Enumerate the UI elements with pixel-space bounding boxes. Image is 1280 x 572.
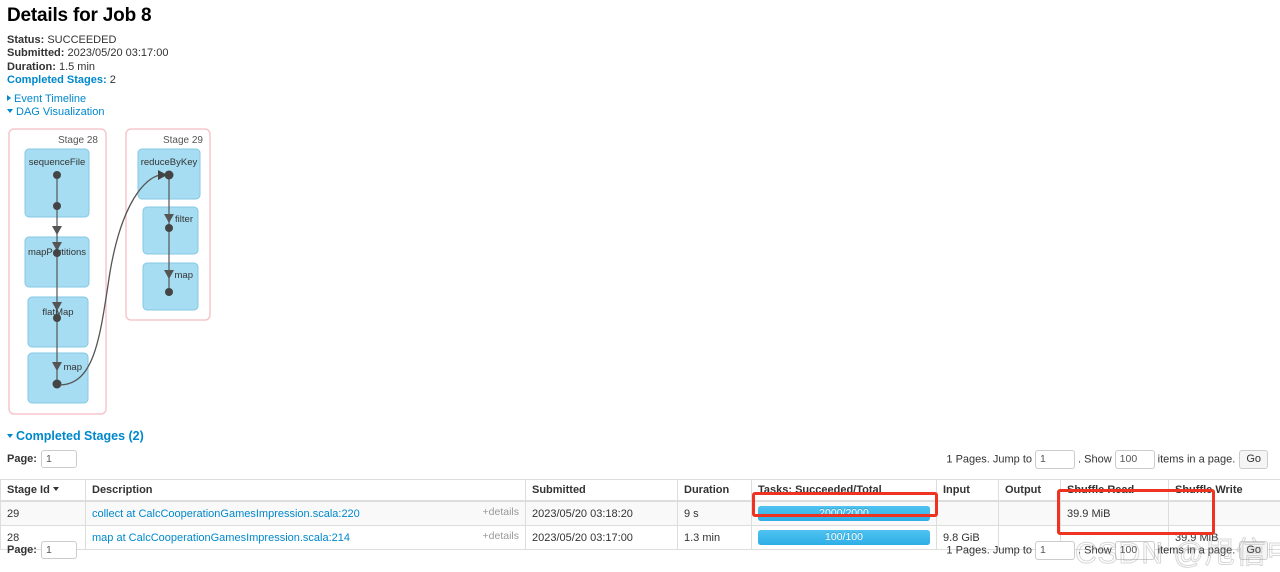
cell-description: collect at CalcCooperationGamesImpressio… — [86, 501, 526, 526]
cell-duration: 1.3 min — [678, 526, 752, 550]
summary-status-label: Status: — [7, 34, 44, 46]
toggle-links: Event Timeline DAG Visualization — [7, 93, 104, 118]
completed-stages-table: Stage Id Description Submitted Duration … — [0, 479, 1280, 550]
cell-tasks: 100/100 — [752, 526, 937, 550]
cell-submitted: 2023/05/20 03:17:00 — [526, 526, 678, 550]
go-button-top[interactable]: Go — [1239, 450, 1268, 469]
summary-status-row: Status: SUCCEEDED — [7, 34, 168, 47]
page-control-bottom: Page: 1 — [7, 541, 77, 559]
column-header-submitted[interactable]: Submitted — [526, 480, 678, 502]
dag-node-sequenceFile-label: sequenceFile — [29, 157, 86, 168]
column-header-shuffle-write[interactable]: Shuffle Write — [1169, 480, 1280, 502]
completed-stages-header[interactable]: Completed Stages (2) — [7, 429, 144, 443]
jump-to-input-top[interactable]: 1 — [1035, 450, 1075, 469]
summary-duration-label: Duration: — [7, 61, 56, 73]
column-header-description[interactable]: Description — [86, 480, 526, 502]
summary-submitted-label: Submitted: — [7, 47, 64, 59]
jump-to-input-bottom[interactable]: 1 — [1035, 541, 1075, 560]
column-header-tasks[interactable]: Tasks: Succeeded/Total — [752, 480, 937, 502]
dag-svg: Stage 28 sequenceFile mapPartitions flat… — [0, 122, 640, 422]
column-header-stage-id-label: Stage Id — [7, 484, 50, 496]
jump-control-bottom: 1 Pages. Jump to1. Show100items in a pag… — [946, 541, 1268, 560]
summary-submitted-row: Submitted: 2023/05/20 03:17:00 — [7, 47, 168, 60]
page-label-bottom: Page: — [7, 544, 37, 556]
tasks-progress-label: 100/100 — [758, 530, 930, 545]
table-header-row: Stage Id Description Submitted Duration … — [1, 480, 1280, 502]
dag-visualization[interactable]: Stage 28 sequenceFile mapPartitions flat… — [0, 122, 640, 422]
summary-submitted-value: 2023/05/20 03:17:00 — [68, 47, 169, 59]
show-text-top: . Show — [1078, 453, 1112, 465]
cell-shuffle-write — [1169, 501, 1280, 526]
summary-completed-stages-value: 2 — [110, 74, 116, 86]
stage-description-link[interactable]: collect at CalcCooperationGamesImpressio… — [92, 508, 360, 520]
cell-input — [937, 501, 999, 526]
cell-stage-id: 29 — [1, 501, 86, 526]
dag-dot-8 — [165, 288, 173, 296]
dag-dot-2 — [53, 202, 61, 210]
page-control-top: Page: 1 — [7, 450, 77, 468]
column-header-shuffle-read[interactable]: Shuffle Read — [1061, 480, 1169, 502]
dag-dot-7 — [165, 224, 173, 232]
dag-node-map-stage28-label: map — [64, 362, 82, 373]
cell-submitted: 2023/05/20 03:18:20 — [526, 501, 678, 526]
summary-completed-stages-label[interactable]: Completed Stages: — [7, 74, 107, 86]
page-input-bottom[interactable]: 1 — [41, 541, 77, 559]
sort-descending-icon — [53, 487, 59, 491]
page-title: Details for Job 8 — [7, 5, 151, 27]
column-header-duration[interactable]: Duration — [678, 480, 752, 502]
details-toggle-link[interactable]: +details — [483, 506, 519, 518]
column-header-output[interactable]: Output — [999, 480, 1061, 502]
cell-tasks: 2000/2000 — [752, 501, 937, 526]
toggle-dag-visualization[interactable]: DAG Visualization — [7, 106, 104, 119]
chevron-right-icon — [7, 95, 11, 101]
show-items-input-bottom[interactable]: 100 — [1115, 541, 1155, 560]
show-items-input-top[interactable]: 100 — [1115, 450, 1155, 469]
chevron-down-icon — [7, 434, 13, 438]
page-input-top[interactable]: 1 — [41, 450, 77, 468]
cell-description: map at CalcCooperationGamesImpression.sc… — [86, 526, 526, 550]
dag-node-reduceByKey-label: reduceByKey — [141, 157, 198, 168]
column-header-stage-id[interactable]: Stage Id — [1, 480, 86, 502]
dag-stage-28-label: Stage 28 — [58, 135, 98, 146]
summary-status-value: SUCCEEDED — [47, 34, 116, 46]
tasks-progress-bar: 2000/2000 — [758, 506, 930, 521]
tasks-progress-label: 2000/2000 — [758, 506, 930, 521]
details-toggle-link[interactable]: +details — [483, 530, 519, 542]
pages-count-text-top: 1 Pages. Jump to — [946, 453, 1032, 465]
job-summary: Status: SUCCEEDED Submitted: 2023/05/20 … — [7, 34, 168, 88]
summary-completed-stages-row: Completed Stages: 2 — [7, 74, 168, 87]
column-header-input[interactable]: Input — [937, 480, 999, 502]
cell-output — [999, 501, 1061, 526]
jump-control-top: 1 Pages. Jump to1. Show100items in a pag… — [946, 450, 1268, 469]
pages-count-text-bottom: 1 Pages. Jump to — [946, 544, 1032, 556]
stage-description-link[interactable]: map at CalcCooperationGamesImpression.sc… — [92, 532, 350, 544]
summary-duration-value: 1.5 min — [59, 61, 95, 73]
dag-node-map-stage29-label: map — [175, 270, 193, 281]
dag-stage-29-label: Stage 29 — [163, 135, 203, 146]
items-per-page-text-bottom: items in a page. — [1158, 544, 1236, 556]
dag-dot-3 — [53, 249, 61, 257]
toggle-event-timeline-label: Event Timeline — [14, 93, 86, 105]
go-button-bottom[interactable]: Go — [1239, 541, 1268, 560]
completed-stages-header-label: Completed Stages (2) — [16, 429, 144, 443]
dag-dot-4 — [53, 314, 61, 322]
page-label-top: Page: — [7, 453, 37, 465]
chevron-down-icon — [7, 109, 13, 113]
tasks-progress-bar: 100/100 — [758, 530, 930, 545]
dag-dot-5 — [53, 380, 62, 389]
cell-duration: 9 s — [678, 501, 752, 526]
cell-shuffle-read: 39.9 MiB — [1061, 501, 1169, 526]
show-text-bottom: . Show — [1078, 544, 1112, 556]
items-per-page-text-top: items in a page. — [1158, 453, 1236, 465]
toggle-dag-visualization-label: DAG Visualization — [16, 106, 104, 118]
summary-duration-row: Duration: 1.5 min — [7, 61, 168, 74]
dag-node-filter-label: filter — [175, 214, 193, 225]
toggle-event-timeline[interactable]: Event Timeline — [7, 93, 104, 106]
dag-dot-1 — [53, 171, 61, 179]
table-row: 29 collect at CalcCooperationGamesImpres… — [1, 501, 1280, 526]
